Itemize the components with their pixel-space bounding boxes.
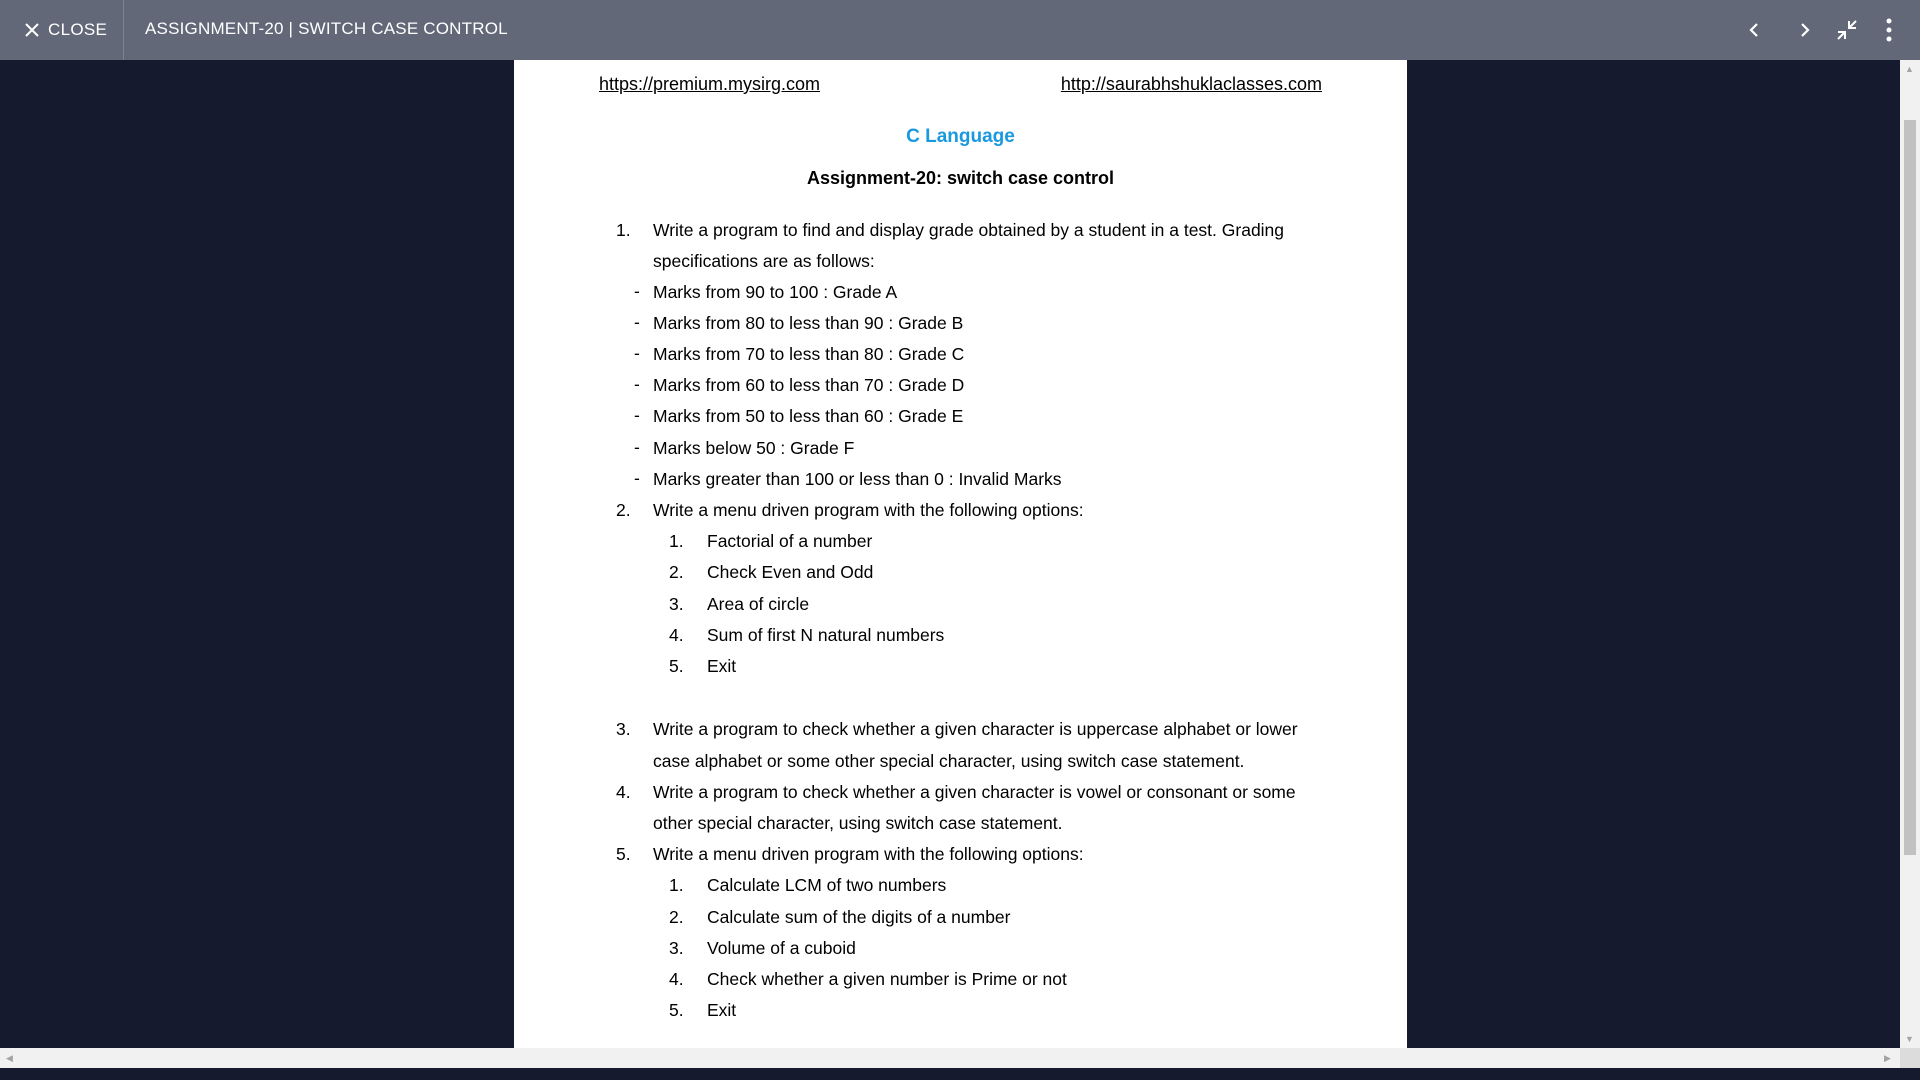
option-number: 3. [669,938,684,958]
grade-item: Marks below 50 : Grade F [653,438,855,458]
assignment-heading: Assignment-20: switch case control [806,168,1115,188]
q5-option: Check whether a given number is Prime or… [707,969,1067,989]
header-links: https://premium.mysirg.com http://saurab… [599,74,1322,95]
prev-icon[interactable] [1741,16,1769,44]
scroll-down-icon[interactable]: ▼ [1905,1034,1914,1044]
grade-item: Marks from 70 to less than 80 : Grade C [653,344,965,364]
grade-item: Marks from 60 to less than 70 : Grade D [653,375,965,395]
document-viewer[interactable]: https://premium.mysirg.com http://saurab… [0,60,1900,1048]
option-number: 4. [669,969,684,989]
document-title: ASSIGNMENT-20 | SWITCH CASE CONTROL [145,19,508,38]
exit-fullscreen-icon[interactable] [1833,16,1861,44]
grade-item: Marks from 50 to less than 60 : Grade E [653,406,964,426]
q5-option: Exit [707,1000,737,1020]
next-icon[interactable] [1790,16,1818,44]
close-button[interactable]: CLOSE [0,0,124,60]
option-number: 1. [669,531,684,551]
q1-text-line1: Write a program to find and display grad… [653,220,1285,240]
q2-option: Factorial of a number [707,531,873,551]
close-label: CLOSE [48,20,108,39]
option-number: 5. [669,656,684,676]
q3-text-line2: case alphabet or some other special char… [653,751,1245,771]
q4-text-line2: other special character, using switch ca… [653,813,1063,833]
link-classes[interactable]: http://saurabhshuklaclasses.com [1061,74,1322,95]
option-number: 4. [669,625,684,645]
subject-title: C Language [906,126,1015,147]
grade-item: Marks greater than 100 or less than 0 : … [653,469,1062,489]
vertical-scrollbar[interactable]: ▲ ▼ [1900,60,1920,1048]
vertical-scroll-thumb[interactable] [1904,120,1916,855]
scrollbar-corner [1900,1048,1920,1068]
q5-option: Volume of a cuboid [707,938,856,958]
q2-option: Exit [707,656,737,676]
q4-number: 4. [616,782,631,802]
link-premium[interactable]: https://premium.mysirg.com [599,74,820,95]
q4-text-line1: Write a program to check whether a given… [653,782,1296,802]
bullet-dash: - [634,343,640,363]
scroll-up-icon[interactable]: ▲ [1905,64,1914,74]
q5-text: Write a menu driven program with the fol… [653,844,1084,864]
horizontal-scrollbar[interactable]: ◀ ▶ [0,1048,1900,1068]
scroll-left-icon[interactable]: ◀ [6,1053,13,1064]
bullet-dash: - [634,437,640,457]
bullet-dash: - [634,374,640,394]
q2-option: Sum of first N natural numbers [707,625,945,645]
bullet-dash: - [634,281,640,301]
q3-text-line1: Write a program to check whether a given… [653,719,1298,739]
q5-option: Calculate LCM of two numbers [707,875,947,895]
option-number: 5. [669,1000,684,1020]
grade-item: Marks from 90 to 100 : Grade A [653,282,898,302]
document-page: https://premium.mysirg.com http://saurab… [514,60,1407,1048]
option-number: 3. [669,594,684,614]
bullet-dash: - [634,312,640,332]
bottom-strip [0,1068,1920,1080]
q2-text: Write a menu driven program with the fol… [653,500,1084,520]
option-number: 2. [669,907,684,927]
q1-number: 1. [616,220,631,240]
close-icon [25,23,39,37]
q2-number: 2. [616,500,631,520]
bullet-dash: - [634,468,640,488]
option-number: 2. [669,562,684,582]
q5-option: Calculate sum of the digits of a number [707,907,1011,927]
option-number: 1. [669,875,684,895]
scroll-right-icon[interactable]: ▶ [1884,1053,1891,1064]
viewer-toolbar: CLOSE ASSIGNMENT-20 | SWITCH CASE CONTRO… [0,0,1920,60]
more-vert-icon[interactable] [1875,16,1903,44]
q2-option: Check Even and Odd [707,562,874,582]
q3-number: 3. [616,719,631,739]
grade-item: Marks from 80 to less than 90 : Grade B [653,313,964,333]
q1-text-line2: specifications are as follows: [653,251,875,271]
q2-option: Area of circle [707,594,810,614]
q5-number: 5. [616,844,631,864]
bullet-dash: - [634,405,640,425]
